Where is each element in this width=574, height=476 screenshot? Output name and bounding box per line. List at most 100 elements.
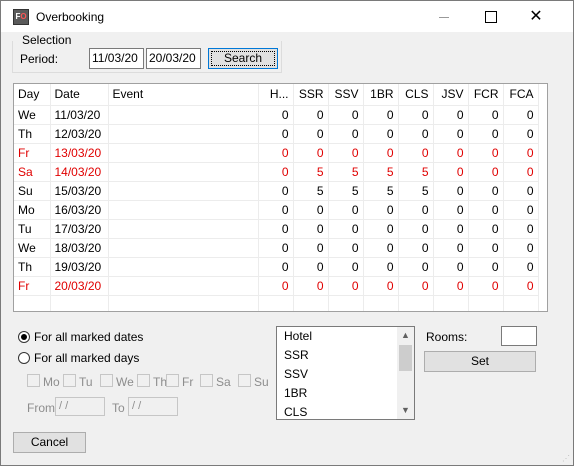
- resize-grip-icon[interactable]: ⋰: [562, 454, 570, 463]
- list-item[interactable]: SSR: [277, 346, 414, 365]
- cell-value[interactable]: 0: [328, 219, 364, 239]
- cell-value[interactable]: 0: [258, 124, 294, 144]
- cell-value[interactable]: 5: [363, 162, 399, 182]
- cell-value[interactable]: 0: [258, 238, 294, 258]
- cell-event[interactable]: [108, 105, 259, 125]
- cell-value[interactable]: 0: [398, 200, 434, 220]
- header-cls[interactable]: CLS: [398, 84, 434, 106]
- cell-value[interactable]: 0: [293, 257, 329, 277]
- cell-value[interactable]: 0: [503, 143, 539, 163]
- cell-value[interactable]: 0: [328, 276, 364, 296]
- cell-value[interactable]: 0: [293, 143, 329, 163]
- table-row[interactable]: Mo 16/03/20 0 0 0 0 0 0 0 0: [14, 200, 539, 220]
- cell-event[interactable]: [108, 200, 259, 220]
- cell-value[interactable]: 0: [503, 238, 539, 258]
- cell-date[interactable]: 19/03/20: [50, 257, 109, 277]
- cell-value[interactable]: 0: [433, 200, 469, 220]
- header-event[interactable]: Event: [108, 84, 259, 106]
- cell-value[interactable]: 0: [363, 124, 399, 144]
- cell-value[interactable]: 0: [433, 257, 469, 277]
- cell-event[interactable]: [108, 143, 259, 163]
- cell-value[interactable]: 0: [293, 238, 329, 258]
- cell-day[interactable]: We: [14, 238, 51, 258]
- cell-value[interactable]: 0: [258, 276, 294, 296]
- cell-value[interactable]: 0: [328, 105, 364, 125]
- cell-value[interactable]: 0: [398, 238, 434, 258]
- cell-day[interactable]: Th: [14, 257, 51, 277]
- table-row[interactable]: We 11/03/20 0 0 0 0 0 0 0 0: [14, 105, 539, 125]
- cell-value[interactable]: 0: [468, 105, 504, 125]
- cell-value[interactable]: 0: [398, 143, 434, 163]
- cell-value[interactable]: 0: [433, 143, 469, 163]
- to-date-input[interactable]: / /: [128, 397, 178, 416]
- cell-value[interactable]: 5: [328, 181, 364, 201]
- weekday-checkbox-th[interactable]: [137, 374, 150, 387]
- cell-event[interactable]: [108, 276, 259, 296]
- cell-value[interactable]: 0: [363, 200, 399, 220]
- close-button[interactable]: ✕: [513, 1, 559, 32]
- cell-value[interactable]: 0: [468, 162, 504, 182]
- cell-value[interactable]: 0: [468, 276, 504, 296]
- cell-value[interactable]: 0: [258, 219, 294, 239]
- cell-value[interactable]: 0: [328, 238, 364, 258]
- cell-date[interactable]: 11/03/20: [50, 105, 109, 125]
- header-ssr[interactable]: SSR: [293, 84, 329, 106]
- weekday-checkbox-mo[interactable]: [27, 374, 40, 387]
- cell-value[interactable]: 0: [328, 124, 364, 144]
- cell-value[interactable]: 0: [363, 143, 399, 163]
- weekday-checkbox-sa[interactable]: [200, 374, 213, 387]
- cell-date[interactable]: 16/03/20: [50, 200, 109, 220]
- cell-value[interactable]: 0: [468, 257, 504, 277]
- minimize-button[interactable]: [421, 1, 467, 32]
- cell-date[interactable]: 17/03/20: [50, 219, 109, 239]
- cell-value[interactable]: 0: [468, 238, 504, 258]
- cell-value[interactable]: 0: [503, 219, 539, 239]
- cell-day[interactable]: Sa: [14, 162, 51, 182]
- cell-day[interactable]: Su: [14, 181, 51, 201]
- cell-value[interactable]: 0: [503, 257, 539, 277]
- cell-value[interactable]: 0: [363, 238, 399, 258]
- cell-value[interactable]: 0: [433, 124, 469, 144]
- cell-value[interactable]: 0: [468, 143, 504, 163]
- cell-event[interactable]: [108, 219, 259, 239]
- cell-value[interactable]: 0: [258, 143, 294, 163]
- cell-event[interactable]: [108, 238, 259, 258]
- cell-value[interactable]: 0: [363, 276, 399, 296]
- header-fca[interactable]: FCA: [503, 84, 539, 106]
- cell-value[interactable]: 0: [398, 124, 434, 144]
- cell-value[interactable]: 0: [433, 162, 469, 182]
- cell-value[interactable]: 0: [398, 219, 434, 239]
- cell-value[interactable]: 0: [258, 257, 294, 277]
- cell-value[interactable]: 0: [363, 257, 399, 277]
- header-hotel[interactable]: H...: [258, 84, 294, 106]
- cell-value[interactable]: 0: [468, 124, 504, 144]
- table-row[interactable]: Fr 20/03/20 0 0 0 0 0 0 0 0: [14, 276, 539, 296]
- cell-value[interactable]: 5: [293, 162, 329, 182]
- cell-value[interactable]: 0: [433, 181, 469, 201]
- cell-date[interactable]: 13/03/20: [50, 143, 109, 163]
- cell-value[interactable]: 0: [328, 143, 364, 163]
- cell-value[interactable]: 0: [398, 105, 434, 125]
- radio-marked-days-label[interactable]: For all marked days: [34, 351, 139, 365]
- list-item[interactable]: 1BR: [277, 384, 414, 403]
- radio-marked-days[interactable]: [18, 352, 30, 364]
- header-jsv[interactable]: JSV: [433, 84, 469, 106]
- weekday-checkbox-tu[interactable]: [63, 374, 76, 387]
- cell-date[interactable]: 14/03/20: [50, 162, 109, 182]
- cell-value[interactable]: 0: [293, 124, 329, 144]
- search-button[interactable]: Search: [208, 48, 278, 69]
- room-type-listbox[interactable]: Hotel SSR SSV 1BR CLS ▲ ▼: [276, 326, 415, 420]
- cell-value[interactable]: 0: [398, 257, 434, 277]
- cell-value[interactable]: 0: [433, 276, 469, 296]
- cell-value[interactable]: 0: [503, 124, 539, 144]
- weekday-checkbox-su[interactable]: [238, 374, 251, 387]
- list-item[interactable]: SSV: [277, 365, 414, 384]
- cell-date[interactable]: 18/03/20: [50, 238, 109, 258]
- cell-value[interactable]: 5: [328, 162, 364, 182]
- table-row[interactable]: Th 12/03/20 0 0 0 0 0 0 0 0: [14, 124, 539, 144]
- cell-value[interactable]: 0: [328, 257, 364, 277]
- cell-value[interactable]: 0: [503, 200, 539, 220]
- cell-date[interactable]: 12/03/20: [50, 124, 109, 144]
- cell-value[interactable]: 0: [433, 105, 469, 125]
- table-row[interactable]: Tu 17/03/20 0 0 0 0 0 0 0 0: [14, 219, 539, 239]
